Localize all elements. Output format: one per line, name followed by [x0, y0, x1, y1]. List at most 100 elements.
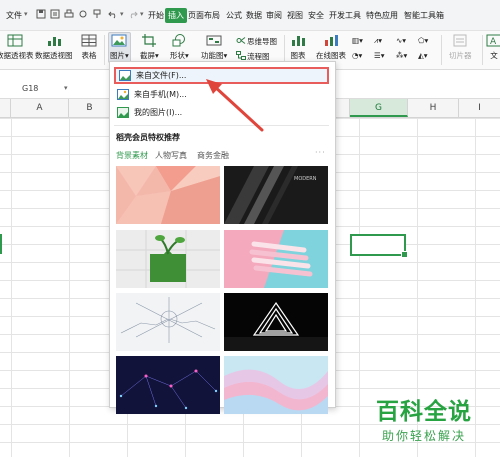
screenshot-button[interactable]: 截屏▾: [140, 33, 159, 61]
function-chart-label: 功能图: [201, 51, 224, 60]
column-header[interactable]: I: [459, 99, 500, 117]
slicer-icon: [453, 34, 467, 47]
mind-map-button[interactable]: 思维导图: [236, 36, 277, 47]
all-charts-icon: [292, 36, 305, 46]
thumbnail-tech-sketch-hands[interactable]: [116, 293, 220, 351]
name-box-value[interactable]: G18: [22, 84, 38, 93]
tab-background-materials[interactable]: 背景素材: [116, 150, 148, 161]
shape-chart-dropdown[interactable]: ⬠▾: [418, 36, 428, 45]
tab-business-finance[interactable]: 商务金融: [197, 150, 229, 161]
tab-home[interactable]: 开始: [148, 10, 164, 21]
thumbnail-neon-triangle[interactable]: [224, 293, 328, 351]
print-icon[interactable]: [64, 8, 74, 20]
menu-item-my-pictures[interactable]: 我的图片(I)...: [114, 104, 329, 121]
redo-icon[interactable]: [128, 8, 138, 20]
tab-smart-toolbox[interactable]: 智能工具箱: [404, 10, 444, 21]
column-header[interactable]: A: [11, 99, 69, 117]
quick-access-more-icon[interactable]: ▾: [140, 10, 144, 18]
table-button[interactable]: 表格: [81, 33, 97, 61]
my-pictures-icon: [117, 107, 129, 118]
fill-handle[interactable]: [401, 251, 408, 258]
screenshot-dropdown-icon: ▾: [155, 51, 159, 60]
mind-map-label: 思维导图: [247, 37, 277, 46]
menu-item-label: 来自文件(F)...: [136, 71, 187, 80]
format-painter-icon[interactable]: [92, 8, 102, 20]
line-chart-icon: ⩘▾: [374, 36, 382, 45]
column-header[interactable]: B: [69, 99, 111, 117]
more-icon[interactable]: ···: [315, 148, 326, 157]
shapes-dropdown-icon: ▾: [185, 51, 189, 60]
shapes-button[interactable]: 形状▾: [170, 33, 189, 61]
text-box-button[interactable]: A 文: [486, 33, 500, 61]
thumbnail-pink-geometric[interactable]: [116, 166, 220, 224]
sparkline-dropdown[interactable]: ∿▾: [396, 36, 406, 45]
tab-portraits[interactable]: 人物写真: [155, 150, 187, 161]
undo-dropdown-icon[interactable]: ▾: [120, 10, 124, 18]
menu-bar: 文件 ▾ ▾ ▾ 开始 插入 页面布局 公式 数据 审阅 视图 安全 开发工具 …: [0, 0, 500, 31]
flowchart-icon: [236, 51, 246, 60]
phone-icon: [117, 89, 129, 100]
function-chart-button[interactable]: 功能图▾: [201, 33, 227, 61]
print-preview-icon[interactable]: [50, 8, 60, 20]
online-charts-button[interactable]: 在线图表: [316, 33, 346, 61]
black-modern-image: MODERN: [224, 166, 328, 224]
screenshot-icon: [142, 34, 157, 47]
undo-icon[interactable]: [108, 8, 118, 20]
thumbnail-black-modern[interactable]: MODERN: [224, 166, 328, 224]
table-label: 表格: [81, 51, 97, 60]
column-header[interactable]: [334, 99, 350, 117]
pink-geometric-image: [116, 166, 220, 224]
menu-item-label: 我的图片(I)...: [134, 108, 183, 117]
watermark-title: 百科全说: [376, 399, 472, 425]
watermark-subtitle: 助你轻松解决: [382, 429, 467, 443]
line-chart-dropdown[interactable]: ⩘▾: [374, 36, 382, 46]
save-icon[interactable]: [36, 8, 46, 20]
bar-chart-dropdown[interactable]: ☰▾: [374, 51, 385, 60]
pie-chart-dropdown[interactable]: ◔▾: [352, 51, 362, 60]
column-header[interactable]: H: [408, 99, 459, 117]
online-charts-icon: [325, 35, 338, 46]
table-icon: [81, 34, 97, 47]
neon-triangle-image: [224, 293, 328, 351]
tab-view[interactable]: 视图: [287, 10, 303, 21]
column-chart-dropdown[interactable]: ▥▾: [352, 36, 363, 45]
file-menu-chevron-icon[interactable]: ▾: [24, 10, 28, 18]
file-menu[interactable]: 文件: [6, 10, 22, 21]
thumbnail-purple-network[interactable]: [116, 356, 220, 414]
tab-review[interactable]: 审阅: [266, 10, 282, 21]
row-selection-marker: [0, 234, 2, 254]
name-box-dropdown-icon[interactable]: ▾: [64, 82, 68, 95]
thumbnail-pastel-waves[interactable]: [224, 356, 328, 414]
pastel-waves-image: [224, 356, 328, 414]
slicer-button[interactable]: 切片器: [449, 33, 472, 61]
tab-security[interactable]: 安全: [308, 10, 324, 21]
thumbnail-green-puzzle-plant[interactable]: [116, 230, 220, 288]
thumbnail-pink-cyan-pencils[interactable]: [224, 230, 328, 288]
all-charts-label: 图表: [290, 51, 306, 60]
pivot-table-button[interactable]: 数据透视表: [0, 33, 34, 61]
tab-special-apps[interactable]: 特色应用: [366, 10, 398, 21]
picture-button[interactable]: 图片▾: [108, 32, 131, 63]
pivot-chart-button[interactable]: 数据透视图: [35, 33, 73, 61]
tab-insert[interactable]: 插入: [165, 8, 187, 23]
menu-item-from-file[interactable]: 来自文件(F)...: [114, 67, 329, 84]
shapes-label: 形状: [170, 51, 185, 60]
svg-text:A: A: [490, 37, 497, 47]
tab-data[interactable]: 数据: [246, 10, 262, 21]
tab-formulas[interactable]: 公式: [226, 10, 242, 21]
menu-item-from-phone[interactable]: 来自手机(M)...: [114, 86, 329, 103]
name-box[interactable]: G18 ▾: [0, 82, 110, 95]
tab-page-layout[interactable]: 页面布局: [188, 10, 220, 21]
preview-icon[interactable]: [78, 8, 88, 20]
all-charts-button[interactable]: 图表: [290, 33, 306, 61]
scatter-chart-dropdown[interactable]: ⁂▾: [396, 51, 407, 60]
function-chart-dropdown-icon: ▾: [223, 51, 228, 60]
picture-file-icon: [119, 70, 131, 81]
selected-cell[interactable]: [350, 234, 408, 258]
select-all-corner[interactable]: [0, 99, 11, 117]
column-header-selected[interactable]: G: [350, 99, 408, 117]
purple-network-image: [116, 356, 220, 414]
picture-label: 图片: [110, 51, 125, 60]
tab-developer[interactable]: 开发工具: [329, 10, 361, 21]
area-chart-dropdown[interactable]: ◭▾: [418, 51, 428, 60]
